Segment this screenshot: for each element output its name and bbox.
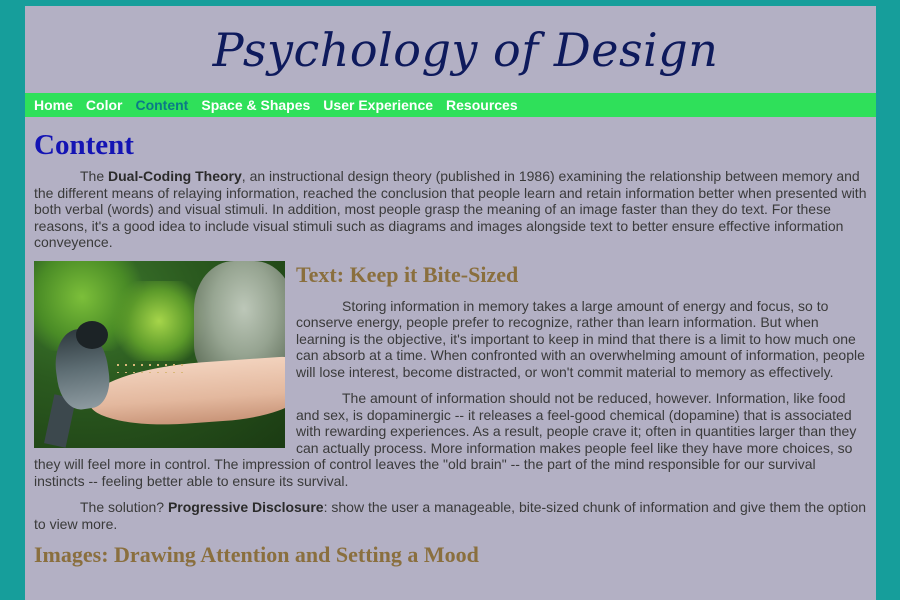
nav-resources[interactable]: Resources: [446, 97, 518, 113]
photo-bird-head: [76, 320, 108, 349]
progressive-disclosure-paragraph: The solution? Progressive Disclosure: sh…: [34, 499, 867, 532]
dual-coding-theory-term: Dual-Coding Theory: [108, 168, 242, 184]
progressive-disclosure-term: Progressive Disclosure: [167, 499, 324, 515]
site-header: Psychology of Design: [25, 6, 876, 93]
site-title: Psychology of Design: [212, 22, 719, 77]
nav-user-experience[interactable]: User Experience: [323, 97, 433, 113]
intro-paragraph: The Dual-Coding Theory, an instructional…: [34, 168, 867, 251]
photo-seeds: [114, 360, 184, 373]
nav-content[interactable]: Content: [135, 97, 188, 113]
section-heading-images: Images: Drawing Attention and Setting a …: [34, 542, 479, 567]
nav-color[interactable]: Color: [86, 97, 123, 113]
main-nav: Home Color Content Space & Shapes User E…: [25, 93, 876, 117]
page-container: Psychology of Design Home Color Content …: [25, 6, 876, 600]
intro-text-before: The: [80, 168, 109, 184]
nav-home[interactable]: Home: [34, 97, 73, 113]
nav-space-shapes[interactable]: Space & Shapes: [201, 97, 310, 113]
page-heading: Content: [34, 129, 134, 161]
solution-text-before: The solution?: [80, 499, 168, 515]
bird-on-hand-photo: [34, 260, 285, 448]
main-content: Content The Dual-Coding Theory, an instr…: [25, 117, 876, 568]
